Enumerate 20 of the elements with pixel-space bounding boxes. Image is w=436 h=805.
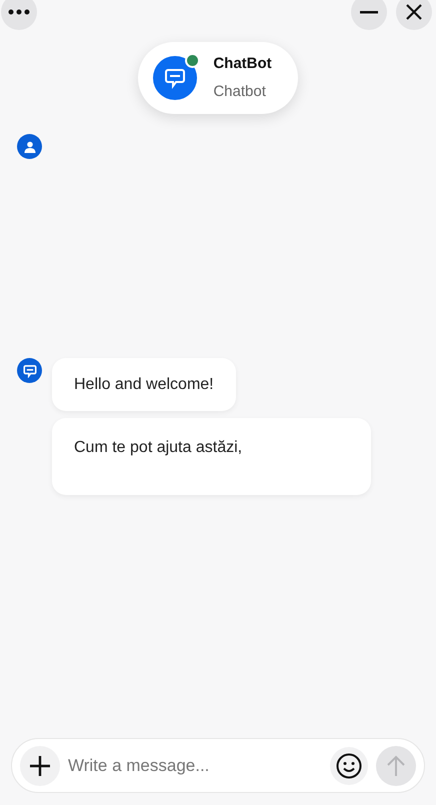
- message-input[interactable]: Write a message...: [68, 752, 322, 778]
- bot-type: Chatbot: [213, 82, 267, 102]
- message-bubble: Hello and welcome!: [52, 358, 236, 411]
- smiley-icon: [336, 752, 362, 778]
- more-button[interactable]: [1, 0, 37, 30]
- close-icon: [405, 3, 423, 21]
- message-composer[interactable]: Write a message...: [11, 738, 425, 793]
- minimize-icon: [360, 10, 378, 14]
- minimize-button[interactable]: [351, 0, 387, 30]
- more-icon: [8, 9, 30, 15]
- bot-name: ChatBot: [213, 54, 272, 74]
- user-avatar-icon: [17, 134, 42, 159]
- message-bubble: Cum te pot ajuta astăzi,: [52, 418, 371, 495]
- emoji-button[interactable]: [330, 746, 368, 784]
- close-button[interactable]: [396, 0, 432, 30]
- add-button[interactable]: [20, 746, 60, 786]
- plus-icon: [29, 754, 51, 776]
- arrow-up-icon: [386, 754, 406, 776]
- bot-avatar-icon: [17, 358, 42, 383]
- chat-bubble-icon: [164, 67, 186, 89]
